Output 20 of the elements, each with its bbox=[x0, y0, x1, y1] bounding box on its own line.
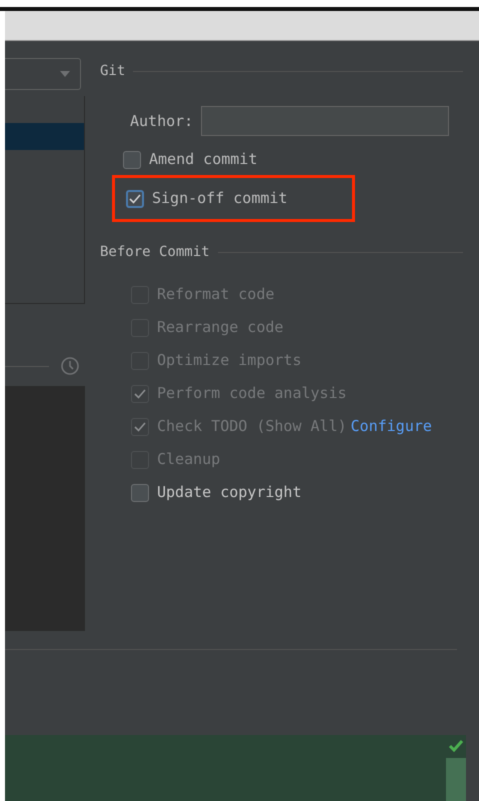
selected-list-row[interactable] bbox=[5, 123, 84, 150]
check-icon bbox=[134, 422, 146, 432]
check-icon bbox=[448, 739, 464, 752]
checkbox[interactable] bbox=[131, 484, 149, 502]
caret-icon bbox=[60, 71, 70, 77]
option-label[interactable]: Amend commit bbox=[149, 148, 258, 171]
checkbox[interactable] bbox=[126, 190, 144, 208]
option-label[interactable]: Update copyright bbox=[157, 481, 302, 504]
section-heading: Before Commit bbox=[100, 243, 210, 262]
option-label[interactable]: Sign-off commit bbox=[152, 187, 288, 210]
section-heading: Git bbox=[100, 62, 126, 81]
message-area[interactable] bbox=[5, 386, 85, 631]
scrollbar-thumb[interactable] bbox=[446, 758, 466, 801]
check-icon bbox=[134, 388, 146, 398]
author-label: Author: bbox=[130, 110, 194, 132]
clock-icon[interactable] bbox=[60, 356, 80, 376]
checkbox[interactable] bbox=[123, 150, 141, 168]
check-icon bbox=[129, 194, 141, 204]
dropdown[interactable] bbox=[5, 58, 81, 90]
author-field[interactable] bbox=[201, 106, 450, 136]
